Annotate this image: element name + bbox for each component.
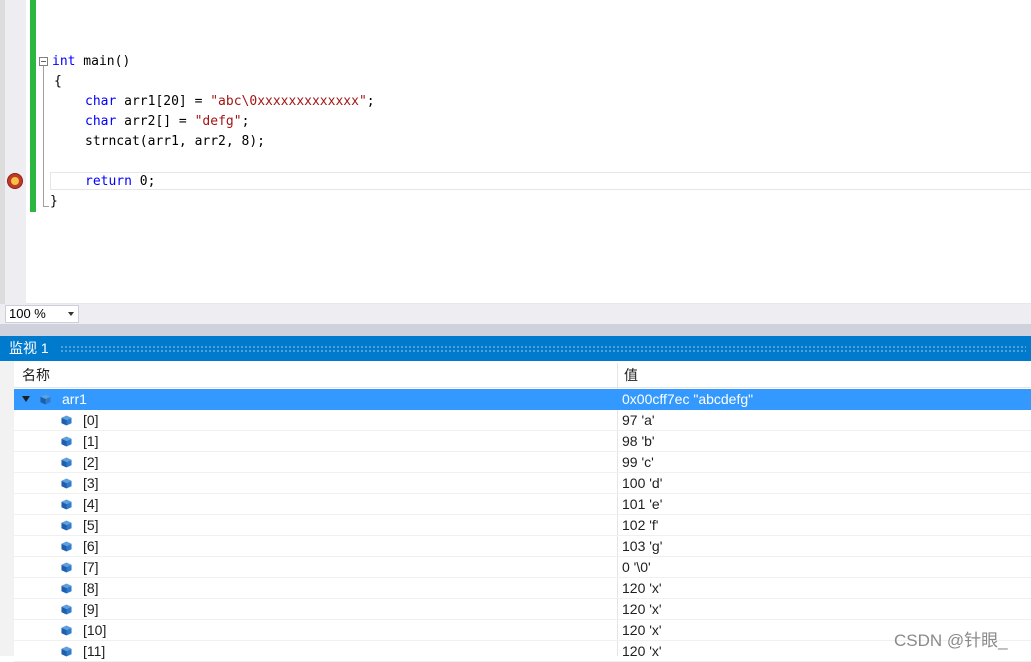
watch-name[interactable]: [9] [83, 599, 99, 620]
watch-name[interactable]: [8] [83, 578, 99, 599]
variable-cube-icon [61, 478, 72, 489]
watch-name[interactable]: [10] [83, 620, 106, 641]
watch-row-root[interactable]: arr1 0x00cff7ec "abcdefg" [14, 389, 1031, 410]
variable-cube-icon [61, 457, 72, 468]
variable-cube-icon [40, 394, 51, 405]
watch-value[interactable]: 120 'x' [622, 578, 662, 599]
watch-name[interactable]: [5] [83, 515, 99, 536]
watch-row[interactable]: [10] 120 'x' [14, 620, 1031, 641]
variable-cube-icon [61, 520, 72, 531]
watch-panel-title-bar[interactable]: 监视 1 [0, 336, 1031, 361]
watch-value[interactable]: 97 'a' [622, 410, 655, 431]
code-line-arr2-decl[interactable]: char arr2[] = "defg"; [85, 112, 249, 132]
editor-status-bar [0, 304, 1031, 324]
expand-collapse-icon[interactable] [22, 396, 30, 402]
code-line-brace-close[interactable]: } [50, 192, 58, 212]
watch-value[interactable]: 0x00cff7ec "abcdefg" [622, 389, 753, 410]
variable-cube-icon [61, 415, 72, 426]
watch-value[interactable]: 120 'x' [622, 620, 662, 641]
watch-value[interactable]: 101 'e' [622, 494, 662, 515]
variable-cube-icon [61, 625, 72, 636]
chevron-down-icon[interactable] [68, 312, 74, 316]
code-editor[interactable]: int main() { char arr1[20] = "abc\0xxxxxxx… [0, 0, 1031, 304]
watch-panel-title: 监视 1 [9, 340, 49, 356]
watch-value[interactable]: 99 'c' [622, 452, 654, 473]
code-area[interactable]: int main() { char arr1[20] = "abc\0xxxxxxx… [0, 0, 1031, 304]
watch-row[interactable]: [2] 99 'c' [14, 452, 1031, 473]
watch-grid-gutter [0, 361, 14, 656]
watch-value[interactable]: 120 'x' [622, 641, 662, 662]
watch-name[interactable]: [0] [83, 410, 99, 431]
watch-row[interactable]: [6] 103 'g' [14, 536, 1031, 557]
code-token: int [52, 54, 76, 69]
code-token: ; [241, 114, 250, 129]
watch-value[interactable]: 98 'b' [622, 431, 655, 452]
variable-cube-icon [61, 583, 72, 594]
watch-name[interactable]: [4] [83, 494, 99, 515]
code-line-strncat-call[interactable]: strncat(arr1, arr2, 8); [85, 132, 265, 152]
watch-column-header: 名称 值 [14, 363, 1031, 388]
code-token: 0; [131, 174, 156, 189]
column-header-name[interactable]: 名称 [22, 363, 50, 387]
code-line-arr1-decl[interactable]: char arr1[20] = "abc\0xxxxxxxxxxxxx"; [85, 92, 375, 112]
variable-cube-icon [61, 541, 72, 552]
watch-name[interactable]: [3] [83, 473, 99, 494]
watch-value[interactable]: 120 'x' [622, 599, 662, 620]
variable-cube-icon [61, 499, 72, 510]
watch-value[interactable]: 0 '\0' [622, 557, 651, 578]
title-grip [60, 345, 1026, 352]
watch-name[interactable]: [6] [83, 536, 99, 557]
code-token: return [85, 174, 132, 189]
watch-name[interactable]: [11] [83, 641, 105, 662]
code-token: "abc\0xxxxxxxxxxxxx" [210, 94, 367, 109]
watch-name[interactable]: [7] [83, 557, 99, 578]
code-token: char [85, 94, 117, 109]
variable-cube-icon [61, 436, 72, 447]
watch-name[interactable]: [2] [83, 452, 99, 473]
code-token: arr1[20] = [116, 94, 211, 109]
column-header-value[interactable]: 值 [624, 363, 638, 387]
code-token: { [54, 74, 62, 89]
watch-row[interactable]: [0] 97 'a' [14, 410, 1031, 431]
code-token: strncat(arr1, arr2, 8); [85, 134, 266, 149]
code-line-brace-open[interactable]: { [54, 72, 62, 92]
watermark: CSDN @针眼_ [894, 631, 1008, 650]
watch-value[interactable]: 100 'd' [622, 473, 662, 494]
panel-splitter[interactable] [0, 324, 1031, 336]
variable-cube-icon [61, 604, 72, 615]
variable-cube-icon [61, 562, 72, 573]
watch-row[interactable]: [7] 0 '\0' [14, 557, 1031, 578]
watch-value[interactable]: 103 'g' [622, 536, 662, 557]
code-token: main() [75, 54, 131, 69]
watch-value[interactable]: 102 'f' [622, 515, 658, 536]
watch-name[interactable]: arr1 [62, 389, 87, 410]
code-token: arr2[] = [116, 114, 195, 129]
code-line-main[interactable]: int main() [52, 52, 130, 72]
watch-row[interactable]: [5] 102 'f' [14, 515, 1031, 536]
watch-row[interactable]: [11] 120 'x' [14, 641, 1031, 662]
code-token: "defg" [194, 114, 242, 129]
variable-cube-icon [61, 646, 72, 657]
code-token: char [85, 114, 117, 129]
code-line-return-stmt[interactable]: return 0; [85, 172, 155, 192]
watch-row[interactable]: [9] 120 'x' [14, 599, 1031, 620]
watch-row[interactable]: [3] 100 'd' [14, 473, 1031, 494]
watch-row[interactable]: [1] 98 'b' [14, 431, 1031, 452]
code-token: } [50, 194, 58, 209]
code-token: ; [366, 94, 375, 109]
watch-row[interactable]: [4] 101 'e' [14, 494, 1031, 515]
watch-name[interactable]: [1] [83, 431, 99, 452]
watch-row[interactable]: [8] 120 'x' [14, 578, 1031, 599]
zoom-value: 100 % [9, 306, 46, 321]
